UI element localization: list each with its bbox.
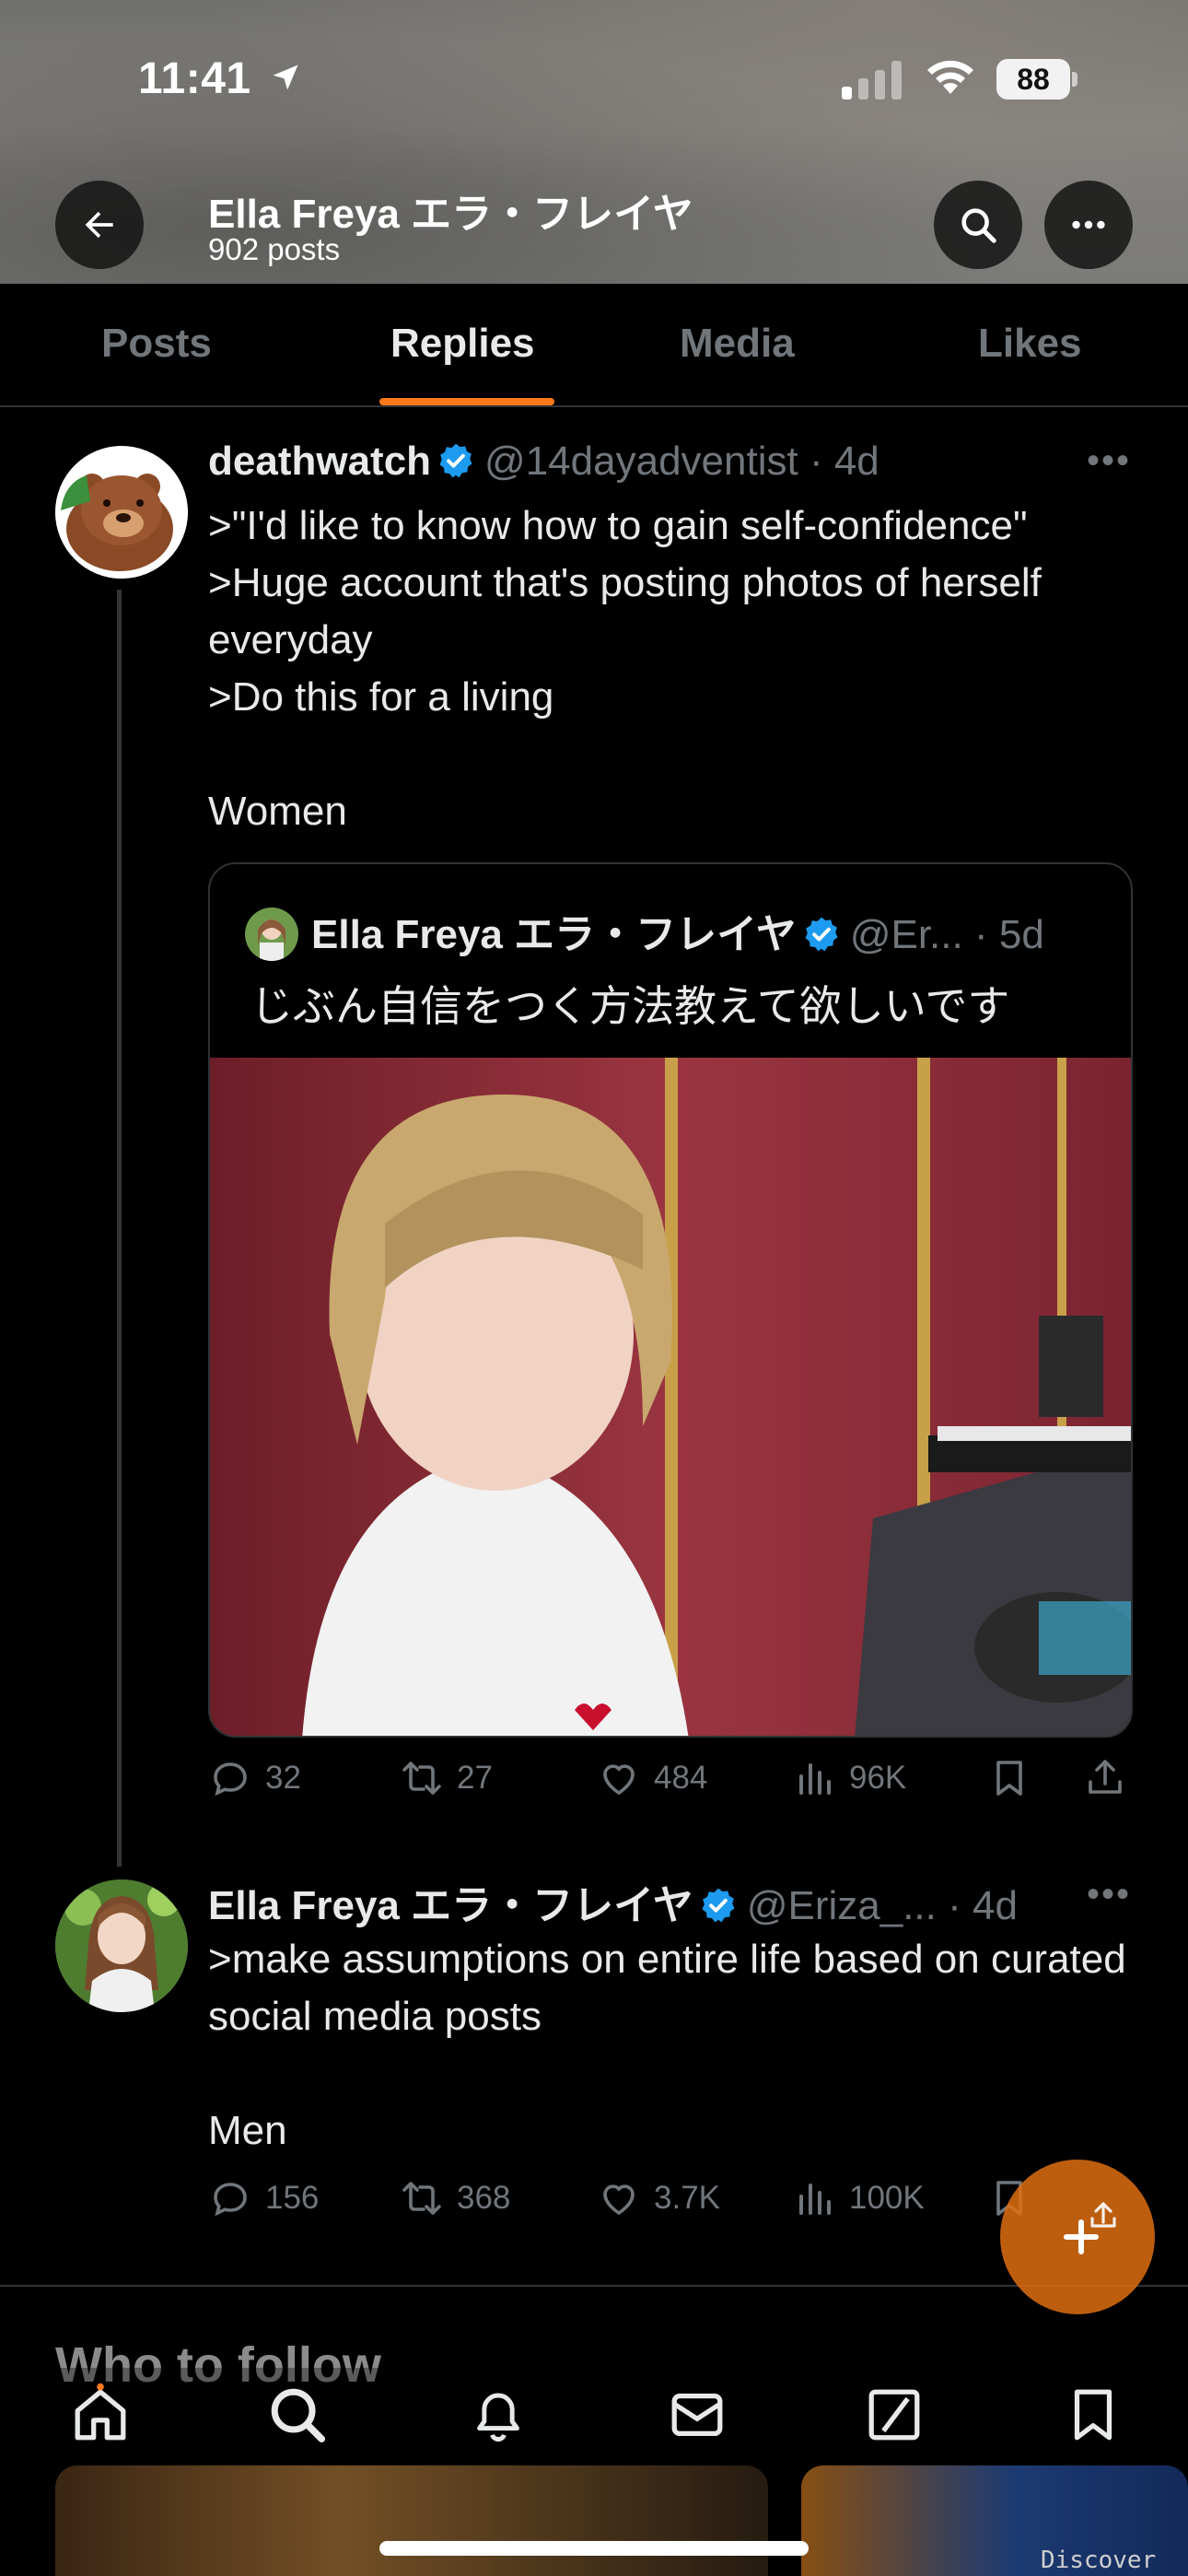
reply-button[interactable]: 156 (208, 2176, 319, 2220)
tweet-author-line: deathwatch @14dayadventist · 4d (208, 439, 879, 485)
views-button[interactable]: 96K (792, 1756, 906, 1800)
views-button[interactable]: 100K (792, 2176, 925, 2220)
reply-button[interactable]: 32 (208, 1756, 301, 1800)
bear-avatar-image (55, 446, 188, 579)
discover-label: Discover (1041, 2547, 1157, 2574)
repost-count: 368 (457, 2180, 511, 2216)
bookmark-button[interactable] (987, 1756, 1044, 1800)
verified-badge-icon (805, 917, 838, 952)
back-button[interactable] (55, 181, 144, 269)
repost-icon (402, 1762, 441, 1795)
status-time: 11:41 (138, 54, 251, 103)
arrow-left-icon (85, 211, 113, 239)
like-count: 3.7K (654, 2180, 720, 2216)
repost-count: 27 (457, 1760, 493, 1796)
quote-author-line: Ella Freya エラ・フレイヤ @Er... · 5d (245, 901, 1044, 961)
views-chart-icon (799, 2184, 831, 2215)
views-chart-icon (799, 1763, 831, 1795)
location-arrow-icon (273, 64, 298, 90)
cellular-signal-icon (842, 61, 902, 100)
avatar[interactable] (55, 446, 188, 579)
status-bar: 11:41 88 (0, 0, 1188, 157)
author-name[interactable]: deathwatch (208, 439, 431, 484)
tweet-author-line: Ella Freya エラ・フレイヤ @Eriza_... · 4d (208, 1872, 1018, 1931)
quote-text: じぶん自信をつく方法教えて欲しいです (250, 982, 1010, 1030)
battery-indicator: 88 (996, 59, 1079, 100)
author-name[interactable]: Ella Freya エラ・フレイヤ (208, 1883, 693, 1928)
battery-level: 88 (1017, 63, 1050, 96)
notifications-bell-icon[interactable] (466, 2383, 530, 2447)
thread-connector (117, 590, 122, 1867)
reply-count: 32 (265, 1760, 301, 1796)
anime-girl-avatar-image (55, 1879, 188, 2012)
tweet-time: · 4d (948, 1883, 1018, 1928)
view-count: 100K (849, 2180, 925, 2216)
tweet-actions: 156 368 3.7K 100K (208, 2176, 1133, 2231)
tab-media[interactable]: Media (680, 321, 795, 367)
quoted-tweet[interactable]: Ella Freya エラ・フレイヤ @Er... · 5d じぶん自信をつく方法… (208, 862, 1133, 1738)
author-handle[interactable]: @Eriza_... (747, 1883, 937, 1928)
post-count: 902 posts (208, 232, 341, 266)
grok-icon[interactable] (862, 2383, 926, 2447)
verified-badge-icon (702, 1888, 735, 1923)
share-icon (1089, 1760, 1122, 1794)
search-icon (961, 208, 996, 243)
like-button[interactable]: 484 (597, 1756, 707, 1800)
home-indicator[interactable] (379, 2541, 809, 2556)
repost-icon (402, 2182, 441, 2215)
search-icon[interactable] (265, 2383, 330, 2447)
like-count: 484 (654, 1760, 708, 1796)
quote-author-name: Ella Freya エラ・フレイヤ (311, 912, 797, 957)
avatar[interactable] (55, 1879, 188, 2012)
author-handle[interactable]: @14dayadventist (484, 439, 798, 484)
tweet-text: >"I'd like to know how to gain self-conf… (208, 503, 1042, 834)
tab-posts[interactable]: Posts (101, 321, 212, 367)
view-count: 96K (849, 1760, 907, 1796)
verified-badge-icon (439, 443, 472, 478)
tweet-time: · 4d (809, 439, 879, 484)
home-icon[interactable] (68, 2383, 133, 2447)
more-horizontal-icon (1072, 220, 1105, 229)
profile-name: Ella Freya エラ・フレイヤ (208, 192, 693, 237)
more-options-button[interactable] (1044, 181, 1133, 269)
quote-time: · 5d (973, 912, 1044, 957)
share-button[interactable] (1083, 1756, 1140, 1800)
profile-tabs: Posts Replies Media Likes (0, 284, 1188, 407)
reply-count: 156 (265, 2180, 320, 2216)
active-tab-indicator (379, 398, 554, 405)
search-button[interactable] (934, 181, 1022, 269)
repost-button[interactable]: 368 (400, 2176, 510, 2220)
section-divider (0, 2285, 1188, 2287)
bookmarks-icon[interactable] (1061, 2383, 1125, 2447)
messages-envelope-icon[interactable] (665, 2383, 729, 2447)
wifi-icon (927, 60, 973, 94)
reply-icon (214, 2183, 247, 2217)
tweet-text: >make assumptions on entire life based o… (208, 1937, 1126, 2153)
heart-icon (603, 2184, 635, 2216)
plus-icon (1064, 2202, 1116, 2254)
tweet-more-button[interactable]: ••• (1087, 440, 1131, 482)
tweet-actions: 32 27 484 96K (208, 1756, 1133, 1811)
tab-likes[interactable]: Likes (978, 321, 1082, 367)
tab-replies[interactable]: Replies (390, 321, 535, 367)
compose-post-button[interactable] (1000, 2160, 1155, 2314)
heart-icon (603, 1764, 635, 1796)
quote-photo[interactable] (210, 1058, 1133, 1738)
bookmark-icon (996, 1761, 1022, 1796)
quote-avatar (245, 907, 298, 961)
quote-author-handle: @Er... (849, 912, 963, 957)
repost-button[interactable]: 27 (400, 1756, 493, 1800)
reply-icon (214, 1762, 247, 1797)
like-button[interactable]: 3.7K (597, 2176, 720, 2220)
profile-header: 11:41 88 Ella Freya エラ・フレイヤ 902 posts (0, 0, 1188, 284)
tweet-more-button[interactable]: ••• (1087, 1874, 1131, 1915)
